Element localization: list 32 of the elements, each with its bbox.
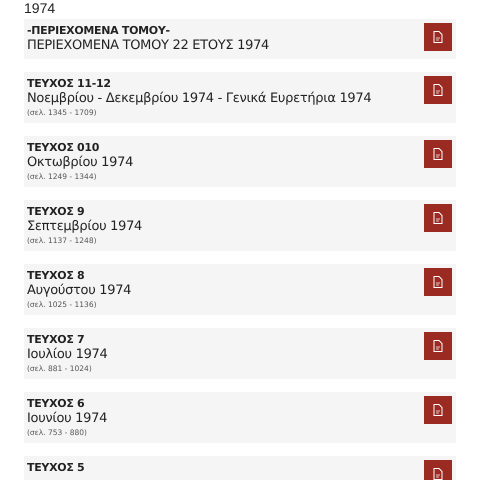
issue-subtitle: Σεπτεμβρίου 1974	[27, 219, 142, 235]
issue-title: ΤΕΥΧΟΣ 9	[27, 204, 86, 219]
issue-title: ΤΕΥΧΟΣ 010	[27, 140, 100, 155]
issue-title: ΤΕΥΧΟΣ 8	[27, 268, 86, 283]
document-icon	[433, 212, 443, 224]
pdf-button[interactable]	[424, 332, 452, 360]
pdf-button[interactable]	[424, 268, 452, 296]
year-heading: 1974	[24, 0, 56, 16]
pdf-button[interactable]	[424, 76, 452, 104]
issue-subtitle: Νοεμβρίου - Δεκεμβρίου 1974 - Γενικά Ευρετήρια 1974	[27, 91, 372, 107]
document-icon	[433, 276, 443, 288]
document-icon	[433, 468, 443, 480]
issue-subtitle: ΠΕΡΙΕΧΟΜΕΝΑ ΤΟΜΟΥ 22 ΕΤΟΥΣ 1974	[27, 38, 270, 54]
pdf-button[interactable]	[424, 460, 452, 480]
issue-title: ΤΕΥΧΟΣ 6	[27, 396, 86, 411]
issue-title: ΤΕΥΧΟΣ 7	[27, 332, 86, 347]
pdf-button[interactable]	[424, 396, 452, 424]
document-icon	[433, 404, 443, 416]
issue-title: ΤΕΥΧΟΣ 5	[27, 460, 84, 475]
issue-subtitle: Οκτωβρίου 1974	[27, 155, 134, 171]
pdf-button[interactable]	[424, 140, 452, 168]
issue-title: -ΠΕΡΙΕΧΟΜΕΝΑ ΤΟΜΟΥ-	[27, 23, 171, 38]
issue-subtitle: Ιουνίου 1974	[27, 411, 108, 427]
pdf-button[interactable]	[424, 23, 452, 51]
document-icon	[433, 340, 443, 352]
document-icon	[433, 31, 443, 43]
issue-title: ΤΕΥΧΟΣ 11-12	[27, 76, 112, 91]
issue-subtitle: Αυγούστου 1974	[27, 283, 132, 299]
document-icon	[433, 148, 443, 160]
issue-subtitle: Ιουλίου 1974	[27, 347, 108, 363]
document-icon	[433, 84, 443, 96]
pdf-button[interactable]	[424, 204, 452, 232]
